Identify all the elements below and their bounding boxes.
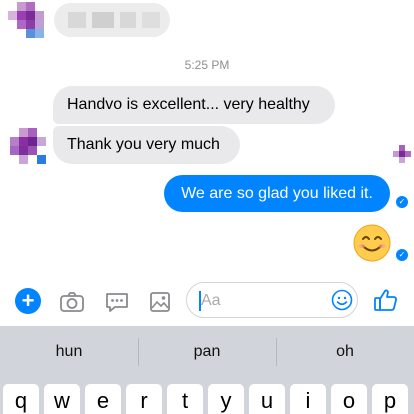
message-timestamp: 5:25 PM [184, 58, 230, 72]
incoming-message-bubble[interactable]: Thank you very much [53, 126, 240, 164]
key-y[interactable]: y [208, 384, 244, 414]
system-keyboard: hun pan oh q w e r t y u i o p [0, 326, 414, 414]
smiling-emoji-message[interactable] [353, 224, 391, 262]
message-input-placeholder: Aa [201, 292, 221, 309]
key-q[interactable]: q [3, 384, 39, 414]
contact-avatar-top [8, 2, 44, 38]
incoming-message-bubble[interactable]: Handvo is excellent... very healthy [53, 86, 335, 124]
outgoing-message-bubble[interactable]: We are so glad you liked it. [164, 175, 390, 212]
chat-bubble-icon[interactable] [103, 288, 131, 316]
message-composer: + Aa [0, 280, 414, 324]
key-t[interactable]: t [167, 384, 203, 414]
read-receipt-avatar [393, 145, 411, 163]
delivered-check-icon: ✓ [396, 249, 408, 261]
incoming-message-text: Thank you very much [67, 136, 220, 153]
plus-icon[interactable]: + [15, 288, 41, 314]
key-o[interactable]: o [331, 384, 367, 414]
key-r[interactable]: r [126, 384, 162, 414]
predictive-text-bar: hun pan oh [0, 326, 414, 378]
keyboard-row-1: q w e r t y u i o p [0, 378, 414, 414]
key-e[interactable]: e [85, 384, 121, 414]
key-i[interactable]: i [290, 384, 326, 414]
thumbs-up-icon[interactable] [373, 287, 399, 313]
incoming-message-text: Handvo is excellent... very healthy [67, 96, 310, 113]
suggestion-2[interactable]: pan [138, 326, 276, 378]
image-icon[interactable] [146, 288, 174, 316]
outgoing-message-text: We are so glad you liked it. [181, 184, 373, 202]
message-input[interactable]: Aa [186, 282, 358, 318]
key-p[interactable]: p [372, 384, 408, 414]
smiling-face-icon [353, 224, 391, 262]
suggestion-1[interactable]: hun [0, 326, 138, 378]
emoji-icon[interactable] [331, 289, 353, 311]
contact-avatar[interactable] [10, 128, 46, 164]
delivered-check-icon: ✓ [396, 196, 408, 208]
camera-icon[interactable] [58, 288, 86, 316]
redacted-message-bubble [54, 3, 170, 37]
suggestion-3[interactable]: oh [276, 326, 414, 378]
key-w[interactable]: w [44, 384, 80, 414]
key-u[interactable]: u [249, 384, 285, 414]
